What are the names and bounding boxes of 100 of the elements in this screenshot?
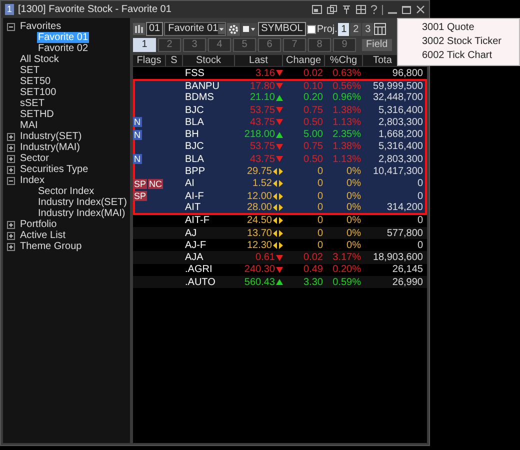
tree-item[interactable]: SET50 [19, 76, 52, 87]
percent-cell-text: 0% [346, 240, 362, 251]
stock-cell-text: AJ [184, 228, 198, 238]
stock-cell-text: AIT-F [184, 215, 210, 226]
change-cell-text: 0.75 [302, 141, 324, 152]
symbol-field[interactable]: SYMBOL [258, 22, 306, 36]
table-row[interactable]: .AUTO 560.43 3.30 0.59% 26,990 [133, 276, 427, 288]
percent-cell-text: 0% [346, 215, 362, 226]
percent-cell-text: 0.96% [332, 92, 362, 104]
flag-badge: NC [148, 178, 164, 189]
total-cell-text: 2,803,300 [378, 116, 423, 128]
change-cell-text: 0.20 [302, 92, 324, 104]
change-cell-text: 0 [316, 202, 324, 213]
total-cell-text: 314,200 [386, 202, 423, 213]
table-row[interactable]: BPP 29.75 0 0% 10,417,300 [133, 165, 427, 178]
page-button[interactable]: 2 [350, 22, 362, 36]
table-row[interactable]: AIT 28.00 0 0% 314,200 [133, 202, 427, 215]
change-cell-text: 0.02 [302, 68, 324, 79]
window-title: [1300] Favorite Stock - Favorite 01 [18, 3, 172, 17]
tree-item[interactable]: Industry Index(MAI) [37, 208, 126, 219]
percent-cell-text: 1.13% [332, 116, 362, 128]
change-cell-text: 0.49 [302, 264, 324, 276]
tree-item[interactable]: SET [19, 65, 40, 76]
percent-cell-text: 2.35% [332, 129, 362, 140]
total-cell-text: 0 [416, 215, 423, 226]
flag-badge: SP [133, 178, 148, 189]
last-cell: 1.52 [252, 178, 272, 190]
tree-item[interactable]: Index [19, 175, 46, 186]
table-row[interactable]: BJC 53.75 0.75 1.38% 5,316,400 [133, 104, 427, 116]
change-cell-text: 0 [316, 166, 324, 178]
last-cell: 53.75 [250, 104, 275, 116]
last-cell: 0.61 [256, 252, 275, 264]
tree-item[interactable]: Portfolio [19, 219, 58, 230]
table-row[interactable]: SP NC AI 1.52 0 0% 0 [133, 178, 427, 190]
tree-item[interactable]: Industry Index(SET) [37, 197, 128, 208]
flag-badge: N [133, 130, 142, 140]
tree-item[interactable]: SETHD [19, 109, 55, 120]
tree-item[interactable]: Sector Index [37, 186, 96, 197]
stock-cell-text: FSS [184, 68, 206, 79]
stock-cell-text: BPP [184, 166, 206, 178]
column-header: Flags [133, 55, 166, 66]
total-cell-text: 18,903,600 [372, 252, 423, 264]
last-cell: 13.70 [246, 228, 272, 238]
total-cell-text: 96,800 [391, 68, 423, 79]
flag-badge: N [133, 154, 142, 164]
percent-cell-text: 3.17% [332, 252, 362, 264]
change-cell-text: 0 [316, 190, 324, 202]
percent-cell-text: 1.38% [332, 104, 362, 116]
percent-cell-text: 0.63% [332, 68, 362, 79]
stock-cell-text: BANPU [184, 80, 220, 92]
tree-item[interactable]: Active List [19, 230, 67, 241]
table-row[interactable]: AJA 0.61 0.02 3.17% 18,903,600 [133, 251, 427, 264]
total-cell-text: 59,999,500 [372, 80, 423, 92]
last-cell: 17.80 [250, 80, 275, 92]
tree-item[interactable]: MAI [19, 120, 39, 131]
tree-item[interactable]: Favorites [19, 21, 62, 32]
last-cell: 12.30 [246, 240, 272, 251]
total-cell-text: 2,803,300 [378, 154, 423, 165]
last-cell: 43.75 [250, 154, 275, 165]
change-cell-text: 0.50 [302, 116, 324, 128]
table-row[interactable]: N BLA 43.75 0.50 1.13% 2,803,300 [133, 116, 427, 128]
table-row[interactable]: BANPU 17.80 0.10 0.56% 59,999,500 [133, 79, 427, 92]
percent-cell-text: 0.56% [332, 80, 362, 92]
percent-cell-text: 0% [346, 202, 362, 213]
total-cell-text: 577,800 [386, 228, 423, 238]
table-row[interactable]: BJC 53.75 0.75 1.38% 5,316,400 [133, 140, 427, 154]
field-button[interactable]: Field [362, 39, 392, 51]
stock-cell-text: .AUTO [184, 276, 216, 288]
page-button[interactable]: 3 [362, 22, 374, 36]
page-button[interactable]: 1 [338, 22, 350, 36]
menu-item[interactable]: 3002 Stock Ticker [398, 35, 519, 49]
table-row[interactable]: BDMS 21.10 0.20 0.96% 32,448,700 [133, 92, 427, 104]
stock-cell-text: BJC [184, 104, 205, 116]
tree-item[interactable]: Industry(MAI) [19, 142, 82, 153]
window-number: 1 [5, 4, 14, 15]
tree-item[interactable]: Theme Group [19, 241, 83, 252]
table-row[interactable]: FSS 3.16 0.02 0.63% 96,800 [133, 67, 427, 80]
tree-item[interactable]: Sector [19, 153, 50, 164]
menu-item[interactable]: 3001 Quote [398, 21, 519, 35]
list-number: 01 [146, 22, 164, 36]
last-cell: 560.43 [244, 276, 275, 288]
table-row[interactable]: N BLA 43.75 0.50 1.13% 2,803,300 [133, 153, 427, 166]
table-row[interactable]: AJ-F 12.30 0 0% 0 [133, 239, 427, 252]
percent-cell-text: 0% [346, 166, 362, 178]
change-cell-text: 0 [316, 178, 324, 190]
tree-item[interactable]: Favorite 02 [37, 43, 90, 54]
tree-item[interactable]: All Stock [19, 54, 60, 65]
percent-cell-text: 0.59% [332, 276, 362, 288]
table-row[interactable]: N BH 218.00 5.00 2.35% 1,668,200 [133, 128, 427, 141]
tab[interactable]: 1 [133, 38, 156, 52]
tree-item[interactable]: Industry(SET) [19, 131, 83, 142]
last-cell: 43.75 [250, 116, 275, 128]
list-select[interactable]: Favorite 01 [164, 22, 226, 36]
tree-item[interactable]: SET100 [19, 87, 58, 98]
tree-item[interactable]: Securities Type [19, 164, 90, 175]
last-cell: 24.50 [246, 215, 272, 226]
tree-item[interactable]: sSET [19, 98, 46, 109]
table-row[interactable]: AJ 13.70 0 0% 577,800 [133, 226, 427, 240]
last-cell: 28.00 [246, 202, 272, 213]
table-row[interactable]: SP AI-F 12.00 0 0% 0 [133, 190, 427, 202]
